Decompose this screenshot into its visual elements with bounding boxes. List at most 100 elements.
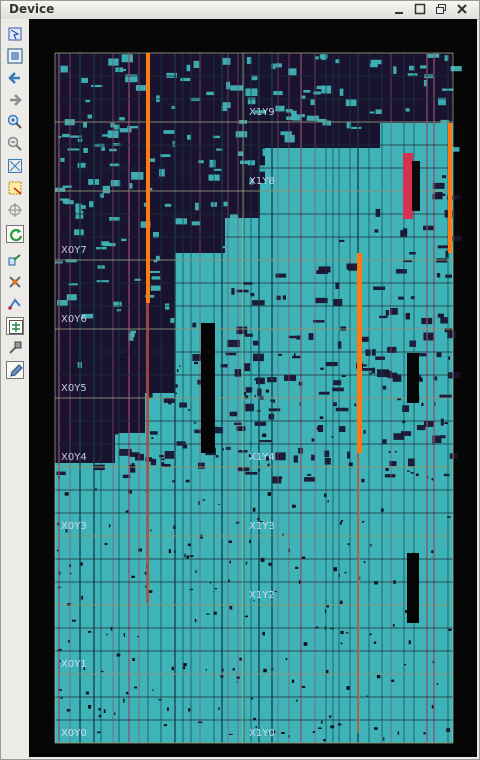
placed-cell bbox=[192, 322, 197, 328]
tool-fit-button[interactable] bbox=[6, 47, 24, 65]
pblock-icon bbox=[8, 181, 22, 195]
empty-site bbox=[245, 561, 248, 565]
placed-cell bbox=[67, 148, 80, 151]
clock-region-label: X1Y9 bbox=[249, 107, 275, 118]
tool-show-connections-button[interactable] bbox=[6, 317, 24, 335]
empty-site bbox=[339, 600, 343, 604]
placed-cell bbox=[73, 229, 84, 236]
tool-pin-button[interactable] bbox=[6, 339, 24, 357]
placed-cell bbox=[102, 185, 111, 194]
placed-cell bbox=[306, 115, 319, 121]
empty-site bbox=[168, 549, 171, 554]
placed-cell bbox=[223, 201, 228, 207]
placed-cell bbox=[131, 171, 144, 180]
placed-cell bbox=[420, 65, 427, 69]
empty-site bbox=[291, 504, 296, 508]
empty-site bbox=[373, 641, 377, 644]
placed-cell bbox=[247, 97, 256, 105]
empty-site bbox=[97, 731, 101, 734]
placed-cell bbox=[193, 60, 200, 69]
placed-cell bbox=[237, 151, 243, 156]
placed-cell bbox=[221, 57, 231, 65]
placed-cell bbox=[180, 77, 191, 82]
empty-site bbox=[131, 575, 135, 579]
placed-cell bbox=[109, 163, 120, 167]
tool-pblock-button[interactable] bbox=[6, 179, 24, 197]
placed-cell bbox=[345, 99, 357, 107]
tool-routing-resources-button[interactable] bbox=[6, 273, 24, 291]
empty-site bbox=[303, 642, 308, 646]
empty-site bbox=[376, 675, 381, 679]
placed-cell bbox=[409, 340, 417, 347]
empty-site bbox=[423, 732, 426, 735]
tool-select-button[interactable] bbox=[6, 25, 24, 43]
close-icon[interactable] bbox=[455, 2, 469, 16]
empty-site bbox=[345, 632, 349, 634]
empty-site bbox=[132, 658, 135, 662]
device-canvas[interactable]: X1Y9 X1Y8 X0Y7 X0Y6 X0Y5 X0Y4 X1Y4 X0Y3 X1Y3 X1Y2… bbox=[29, 19, 477, 757]
tool-draw-button[interactable] bbox=[6, 361, 24, 379]
empty-site bbox=[254, 395, 256, 398]
placed-cell bbox=[231, 269, 236, 277]
placed-cell bbox=[244, 363, 251, 372]
tool-back-button[interactable] bbox=[6, 69, 24, 87]
placed-cell bbox=[323, 179, 335, 184]
tool-route-button[interactable] bbox=[6, 251, 24, 269]
empty-site bbox=[281, 732, 285, 735]
placed-cell bbox=[137, 356, 143, 359]
zoom-in-icon bbox=[7, 114, 22, 129]
empty-site bbox=[244, 392, 247, 396]
empty-site bbox=[202, 499, 206, 501]
placed-cell bbox=[206, 91, 215, 96]
empty-site bbox=[273, 399, 275, 403]
placed-cell bbox=[62, 185, 72, 188]
placed-cell bbox=[289, 228, 296, 236]
tool-auto-fit-button[interactable] bbox=[6, 201, 24, 219]
empty-site bbox=[218, 503, 220, 505]
placed-cell bbox=[376, 369, 390, 378]
placed-cell bbox=[129, 332, 135, 337]
tool-zoom-fit-button[interactable] bbox=[6, 157, 24, 175]
empty-site bbox=[363, 561, 366, 564]
empty-site bbox=[395, 450, 397, 453]
placed-cell bbox=[450, 66, 462, 72]
empty-site bbox=[168, 401, 172, 405]
clock-region-label: X1Y0 bbox=[249, 728, 275, 739]
placed-cell bbox=[416, 425, 426, 431]
placed-cell bbox=[445, 274, 452, 278]
tool-zoom-out-button[interactable] bbox=[6, 135, 24, 153]
restore-icon[interactable] bbox=[434, 2, 448, 16]
placed-cell bbox=[436, 273, 441, 278]
placed-cell bbox=[252, 340, 259, 346]
placed-cell bbox=[125, 74, 138, 83]
device-view[interactable]: X1Y9 X1Y8 X0Y7 X0Y6 X0Y5 X0Y4 X1Y4 X0Y3 X1Y3 X1Y2… bbox=[29, 19, 477, 757]
placed-cell bbox=[60, 65, 68, 73]
placed-cell bbox=[240, 160, 251, 165]
clock-column bbox=[146, 53, 150, 303]
empty-site bbox=[431, 550, 434, 553]
placed-cell bbox=[402, 228, 408, 235]
empty-site bbox=[171, 666, 174, 671]
tool-zoom-in-button[interactable] bbox=[6, 113, 24, 131]
empty-site bbox=[327, 500, 329, 503]
placed-cell bbox=[301, 113, 305, 118]
empty-site bbox=[188, 708, 191, 712]
empty-site bbox=[307, 473, 312, 476]
placed-cell bbox=[423, 332, 434, 341]
placed-cell bbox=[373, 286, 386, 290]
tool-nets-button[interactable] bbox=[6, 295, 24, 313]
tool-refresh-button[interactable] bbox=[6, 225, 24, 243]
empty-site bbox=[285, 657, 288, 661]
placed-cell bbox=[375, 208, 381, 217]
empty-site bbox=[167, 707, 169, 711]
placed-cell bbox=[162, 380, 175, 389]
empty-site bbox=[193, 422, 197, 424]
empty-site bbox=[448, 628, 452, 631]
empty-site bbox=[125, 691, 129, 695]
placed-cell bbox=[405, 312, 411, 320]
minimize-icon[interactable] bbox=[392, 2, 406, 16]
placed-cell bbox=[291, 355, 301, 359]
tool-forward-button[interactable] bbox=[6, 91, 24, 109]
maximize-icon[interactable] bbox=[413, 2, 427, 16]
empty-site bbox=[184, 553, 186, 558]
